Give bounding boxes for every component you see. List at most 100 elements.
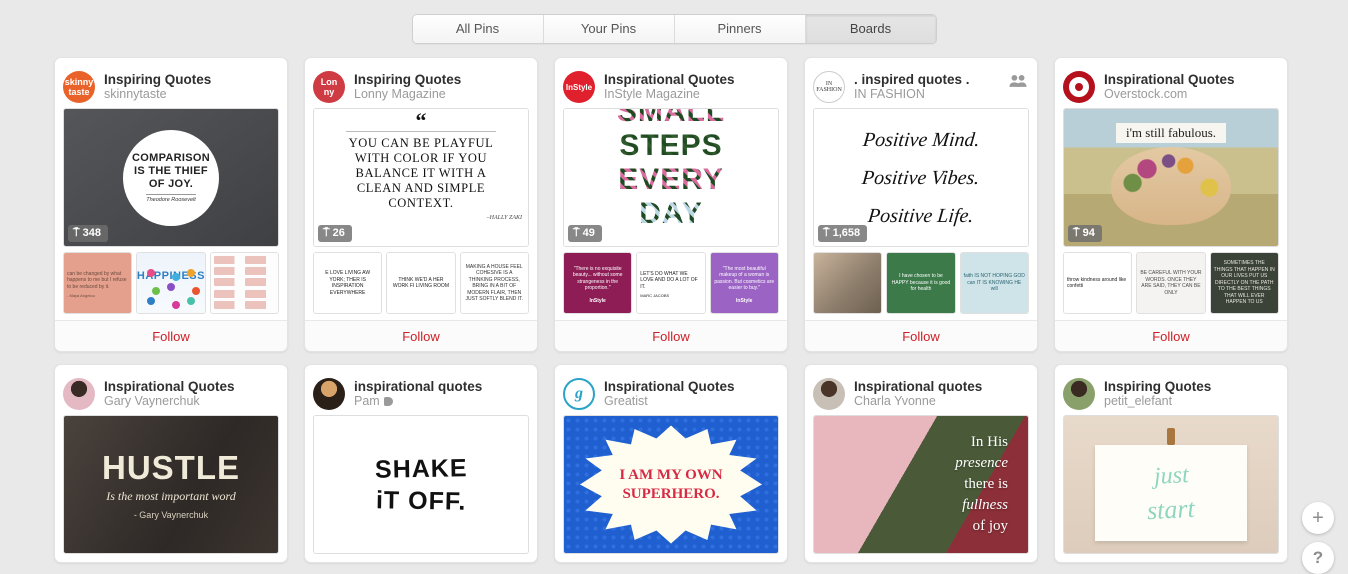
tab-pinners[interactable]: Pinners: [674, 14, 806, 43]
board-cover-pin[interactable]: just start: [1063, 415, 1279, 554]
board-owner-label: IN FASHION: [854, 87, 925, 101]
tab-all-pins[interactable]: All Pins: [412, 14, 544, 43]
follow-button[interactable]: Follow: [55, 320, 287, 351]
board-thumbnail-strip: throw kindness around like confetti BE CA…: [1063, 252, 1279, 314]
board-owner[interactable]: IN FASHION: [854, 87, 1029, 102]
board-owner[interactable]: Overstock.com: [1104, 87, 1279, 102]
board-card[interactable]: Inspirational Quotes Overstock.com i'm sti…: [1054, 57, 1288, 352]
board-thumbnail-strip: "There is no exquisite beauty... without…: [563, 252, 779, 314]
board-card[interactable]: Inspiring Quotes petit_elefant just start: [1054, 364, 1288, 563]
board-card[interactable]: inspirational quotes Pam SHAKE iT OFF.: [304, 364, 538, 563]
pushpin-icon: ⍑: [823, 227, 830, 239]
avatar[interactable]: InStyle: [563, 71, 595, 103]
follow-button-label: Follow: [152, 328, 190, 344]
board-cover-pin[interactable]: In His presence there is fullness of joy: [813, 415, 1029, 554]
board-thumbnail-pin[interactable]: SOMETIMES THE THINGS THAT HAPPEN IN OUR …: [1209, 252, 1279, 314]
board-thumbnail-pin[interactable]: E LOVE LIVING AW YORK; THER IS INSPIRATI…: [313, 252, 383, 314]
follow-button-label: Follow: [402, 328, 440, 344]
follow-button-label: Follow: [652, 328, 690, 344]
follow-button[interactable]: Follow: [305, 320, 537, 351]
board-title[interactable]: Inspirational Quotes: [604, 72, 779, 87]
board-title[interactable]: Inspirational Quotes: [104, 379, 279, 394]
board-cover-pin[interactable]: Positive Mind. Positive Vibes. Positive Li…: [813, 108, 1029, 247]
board-owner[interactable]: Gary Vaynerchuk: [104, 394, 279, 409]
board-cover-pin[interactable]: SMALL STEPS EVERY DAY ⍑ 49: [563, 108, 779, 247]
plus-icon: +: [1312, 506, 1324, 529]
board-owner[interactable]: Pam: [354, 394, 529, 409]
board-thumbnail-pin[interactable]: [209, 252, 279, 314]
board-card-header: skinny taste Inspiring Quotes skinnytaste: [63, 66, 279, 108]
board-thumbnail-pin[interactable]: throw kindness around like confetti: [1063, 252, 1133, 314]
board-titles: Inspirational Quotes Overstock.com: [1104, 72, 1279, 102]
board-card-header: g Inspirational Quotes Greatist: [563, 373, 779, 415]
board-cover-pin[interactable]: HUSTLE Is the most important word - Gary V…: [63, 415, 279, 554]
board-owner[interactable]: skinnytaste: [104, 87, 279, 102]
board-card[interactable]: InStyle Inspirational Quotes InStyle Magaz…: [554, 57, 788, 352]
board-thumbnail-pin[interactable]: THINK WE'D A HER WORK FI LIVING ROOM: [386, 252, 456, 314]
tab-boards[interactable]: Boards: [805, 14, 936, 43]
board-thumbnail-pin[interactable]: I have chosen to be HAPPY because it is …: [886, 252, 956, 314]
pushpin-icon: ⍑: [1073, 227, 1080, 239]
board-title[interactable]: Inspirational Quotes: [604, 379, 779, 394]
board-card[interactable]: IN FASHION . inspired quotes . IN FASHION Po…: [804, 57, 1038, 352]
tab-your-pins[interactable]: Your Pins: [543, 14, 675, 43]
board-owner-label: Overstock.com: [1104, 87, 1188, 101]
avatar[interactable]: IN FASHION: [813, 71, 845, 103]
board-owner[interactable]: Lonny Magazine: [354, 87, 529, 102]
add-pin-button[interactable]: +: [1302, 502, 1334, 534]
board-thumbnail-pin[interactable]: "The most beautiful makeup of a woman is…: [709, 252, 779, 314]
board-title[interactable]: Inspiring Quotes: [104, 72, 279, 87]
board-card-header: Lon ny Inspiring Quotes Lonny Magazine: [313, 66, 529, 108]
board-titles: Inspirational quotes Charla Yvonne: [854, 379, 1029, 409]
board-card[interactable]: Inspirational quotes Charla Yvonne In His p…: [804, 364, 1038, 563]
follow-button[interactable]: Follow: [805, 320, 1037, 351]
board-cover-pin[interactable]: COMPARISON IS THE THIEF OF JOY. Theodore Ro…: [63, 108, 279, 247]
avatar[interactable]: [63, 378, 95, 410]
pin-count-badge: ⍑ 26: [318, 225, 352, 242]
board-title[interactable]: inspirational quotes: [354, 379, 529, 394]
board-thumbnail-pin[interactable]: LET'S DO WHAT WE LOVE AND DO A LOT OF IT…: [636, 252, 706, 314]
board-thumbnail-pin[interactable]: BE CAREFUL WITH YOUR WORDS. ONCE THEY AR…: [1136, 252, 1206, 314]
board-thumbnail-pin[interactable]: MAKING A HOUSE FEEL COHESIVE IS A THINKI…: [459, 252, 529, 314]
avatar[interactable]: [313, 378, 345, 410]
board-card[interactable]: Lon ny Inspiring Quotes Lonny Magazine “YOU …: [304, 57, 538, 352]
board-card-header: InStyle Inspirational Quotes InStyle Magaz…: [563, 66, 779, 108]
board-title[interactable]: Inspirational quotes: [854, 379, 1029, 394]
avatar[interactable]: Lon ny: [313, 71, 345, 103]
board-card-header: Inspirational Quotes Gary Vaynerchuk: [63, 373, 279, 415]
board-card[interactable]: g Inspirational Quotes Greatist I AM MY OWN…: [554, 364, 788, 563]
pin-count-value: 49: [582, 227, 595, 239]
board-title[interactable]: Inspirational Quotes: [1104, 72, 1279, 87]
avatar[interactable]: [813, 378, 845, 410]
follow-button[interactable]: Follow: [1055, 320, 1287, 351]
avatar[interactable]: g: [563, 378, 595, 410]
board-cover-pin[interactable]: I AM MY OWN SUPERHERO.: [563, 415, 779, 554]
board-thumbnail-pin[interactable]: [813, 252, 883, 314]
help-button[interactable]: ?: [1302, 542, 1334, 574]
board-owner[interactable]: petit_elefant: [1104, 394, 1279, 409]
board-thumbnail-pin[interactable]: HAPPINESS: [136, 252, 206, 314]
board-titles: . inspired quotes . IN FASHION: [854, 72, 1029, 102]
tab-group: All Pins Your Pins Pinners Boards: [411, 13, 937, 44]
board-title[interactable]: Inspiring Quotes: [354, 72, 529, 87]
board-title[interactable]: . inspired quotes .: [854, 72, 1029, 87]
board-owner[interactable]: Greatist: [604, 394, 779, 409]
board-thumbnail-pin[interactable]: faith IS NOT HOPING GOD can IT IS KNOWIN…: [959, 252, 1029, 314]
board-card[interactable]: Inspirational Quotes Gary Vaynerchuk HUSTL…: [54, 364, 288, 563]
board-owner[interactable]: InStyle Magazine: [604, 87, 779, 102]
board-title[interactable]: Inspiring Quotes: [1104, 379, 1279, 394]
pin-count-value: 26: [332, 227, 345, 239]
board-thumbnail-pin[interactable]: can be changed by what happens to me but…: [63, 252, 133, 314]
board-cover-pin[interactable]: “YOU CAN BE PLAYFUL WITH COLOR IF YOU BALA…: [313, 108, 529, 247]
board-card[interactable]: skinny taste Inspiring Quotes skinnytaste CO…: [54, 57, 288, 352]
board-cover-pin[interactable]: SHAKE iT OFF.: [313, 415, 529, 554]
follow-button[interactable]: Follow: [555, 320, 787, 351]
board-owner[interactable]: Charla Yvonne: [854, 394, 1029, 409]
avatar[interactable]: skinny taste: [63, 71, 95, 103]
boards-grid: skinny taste Inspiring Quotes skinnytaste CO…: [0, 57, 1348, 563]
avatar[interactable]: [1063, 378, 1095, 410]
board-thumbnail-pin[interactable]: "There is no exquisite beauty... without…: [563, 252, 633, 314]
board-titles: Inspirational Quotes Gary Vaynerchuk: [104, 379, 279, 409]
board-cover-pin[interactable]: i'm still fabulous. ⍑ 94: [1063, 108, 1279, 247]
avatar[interactable]: [1063, 71, 1095, 103]
